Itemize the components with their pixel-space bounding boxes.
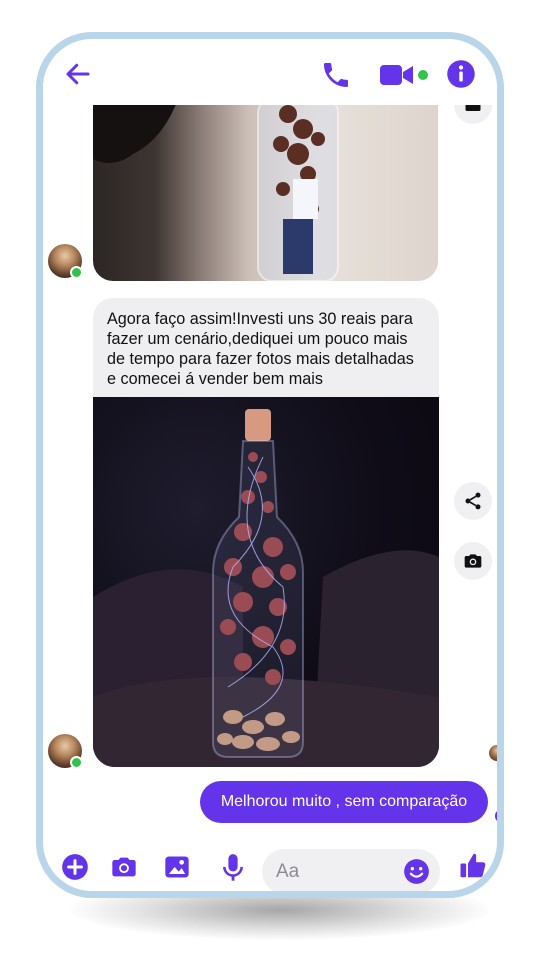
bottle-photo-2 (93, 409, 439, 767)
incoming-message: Agora faço assim!Investi uns 30 reais pa… (93, 298, 439, 397)
photo-message-1[interactable] (93, 99, 438, 281)
bottle-photo-1 (93, 99, 339, 281)
online-indicator (70, 266, 83, 279)
photo-message-2[interactable] (93, 397, 439, 767)
camera-icon (464, 554, 482, 568)
share-button[interactable] (454, 482, 492, 520)
gallery-button[interactable] (163, 853, 191, 886)
save-photo-button[interactable] (454, 542, 492, 580)
outgoing-message: Melhorou muito , sem comparação (200, 781, 488, 823)
message-placeholder: Aa (276, 861, 300, 882)
like-button[interactable] (458, 851, 488, 886)
contact-avatar[interactable] (48, 244, 83, 279)
info-icon (447, 60, 475, 88)
thumbs-up-icon (460, 853, 486, 878)
online-indicator (70, 756, 83, 769)
back-button[interactable] (63, 59, 93, 89)
online-indicator (418, 70, 428, 80)
message-composer: Aa (43, 839, 497, 891)
contact-avatar[interactable] (48, 734, 83, 769)
camera-button[interactable] (109, 853, 139, 886)
plus-icon (62, 854, 88, 880)
voice-message-button[interactable] (221, 853, 245, 888)
chat-screen: Agora faço assim!Investi uns 30 reais pa… (43, 39, 497, 891)
share-icon (465, 492, 481, 510)
phone-icon (324, 63, 348, 87)
chat-header (43, 39, 497, 105)
more-actions-button[interactable] (61, 853, 89, 886)
video-camera-icon (380, 65, 413, 85)
message-input[interactable]: Aa (262, 849, 440, 891)
camera-icon (112, 857, 136, 877)
emoji-icon (404, 859, 429, 884)
microphone-icon (223, 854, 243, 881)
arrow-left-icon (66, 63, 90, 85)
emoji-button[interactable] (403, 858, 430, 885)
voice-call-button[interactable] (320, 59, 352, 91)
gallery-icon (165, 856, 189, 878)
video-call-button[interactable] (379, 61, 415, 89)
info-button[interactable] (446, 59, 476, 89)
sent-check-icon (495, 809, 497, 823)
phone-frame: Agora faço assim!Investi uns 30 reais pa… (36, 32, 504, 898)
seen-avatar (489, 745, 497, 761)
